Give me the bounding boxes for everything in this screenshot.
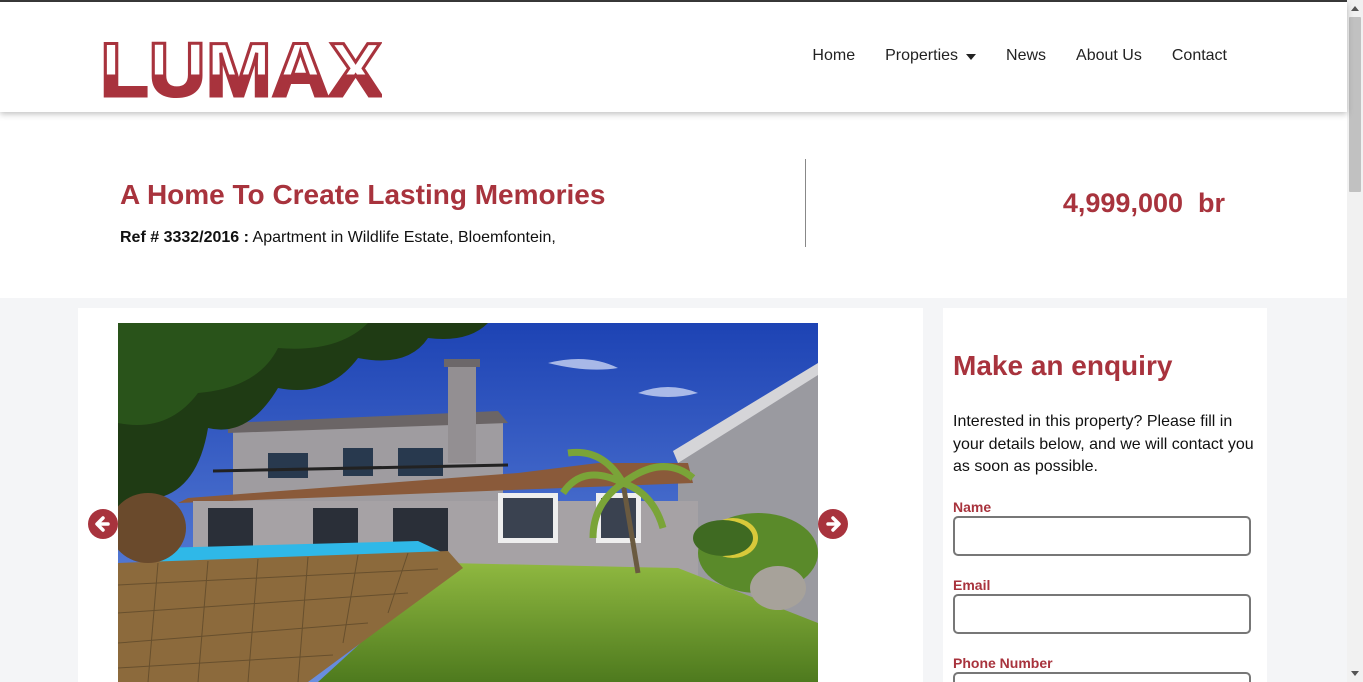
lumax-logo[interactable]: LUMAX bbox=[100, 36, 382, 98]
enquiry-description: Interested in this property? Please fill… bbox=[953, 413, 1254, 475]
email-label: Email bbox=[953, 577, 991, 593]
property-photo-image bbox=[118, 323, 818, 682]
email-input[interactable] bbox=[953, 594, 1251, 634]
scroll-down-icon[interactable] bbox=[1351, 671, 1359, 676]
property-title-band: A Home To Create Lasting Memories Ref # … bbox=[0, 112, 1347, 298]
caret-down-icon bbox=[966, 54, 977, 60]
logo-text: LUMAX bbox=[100, 36, 382, 98]
nav-home-label: Home bbox=[812, 47, 856, 64]
main-nav: Home Properties News About Us Contact bbox=[812, 47, 1227, 65]
enquiry-title: Make an enquiry bbox=[953, 350, 1173, 381]
page-scrollbar[interactable] bbox=[1347, 0, 1363, 682]
property-photo bbox=[118, 323, 818, 682]
phone-label: Phone Number bbox=[953, 655, 1053, 671]
property-ref-detail: Apartment in Wildlife Estate, Bloemfonte… bbox=[248, 229, 556, 246]
name-label: Name bbox=[953, 499, 992, 515]
photo-gallery bbox=[78, 308, 923, 682]
nav-news[interactable]: News bbox=[1006, 47, 1046, 65]
phone-input[interactable] bbox=[953, 672, 1251, 682]
gallery-prev-button[interactable] bbox=[88, 509, 118, 539]
arrow-right-circle-icon bbox=[826, 516, 841, 532]
nav-contact-label: Contact bbox=[1171, 47, 1227, 64]
title-divider bbox=[805, 159, 806, 247]
nav-news-label: News bbox=[1006, 47, 1047, 64]
arrow-left-circle-icon bbox=[95, 516, 110, 532]
name-input[interactable] bbox=[953, 516, 1251, 556]
enquiry-form: Make an enquiry Interested in this prope… bbox=[943, 308, 1267, 682]
nav-contact[interactable]: Contact bbox=[1172, 47, 1227, 65]
property-price: 4,999,000 br bbox=[1062, 188, 1225, 218]
nav-about-us[interactable]: About Us bbox=[1076, 47, 1142, 65]
property-reference: Ref # 3332/2016 : Apartment in Wildlife … bbox=[120, 229, 556, 247]
nav-about-label: About Us bbox=[1076, 47, 1142, 64]
nav-properties[interactable]: Properties bbox=[885, 47, 977, 65]
scroll-up-icon[interactable] bbox=[1351, 6, 1359, 11]
site-header: LUMAX Home Properties News About Us Cont… bbox=[0, 2, 1347, 112]
nav-home[interactable]: Home bbox=[812, 47, 855, 65]
property-ref-number: Ref # 3332/2016 : bbox=[120, 229, 249, 246]
scroll-thumb[interactable] bbox=[1349, 17, 1361, 192]
gallery-next-button[interactable] bbox=[818, 509, 848, 539]
property-title: A Home To Create Lasting Memories bbox=[120, 179, 606, 210]
nav-properties-label: Properties bbox=[885, 47, 959, 64]
